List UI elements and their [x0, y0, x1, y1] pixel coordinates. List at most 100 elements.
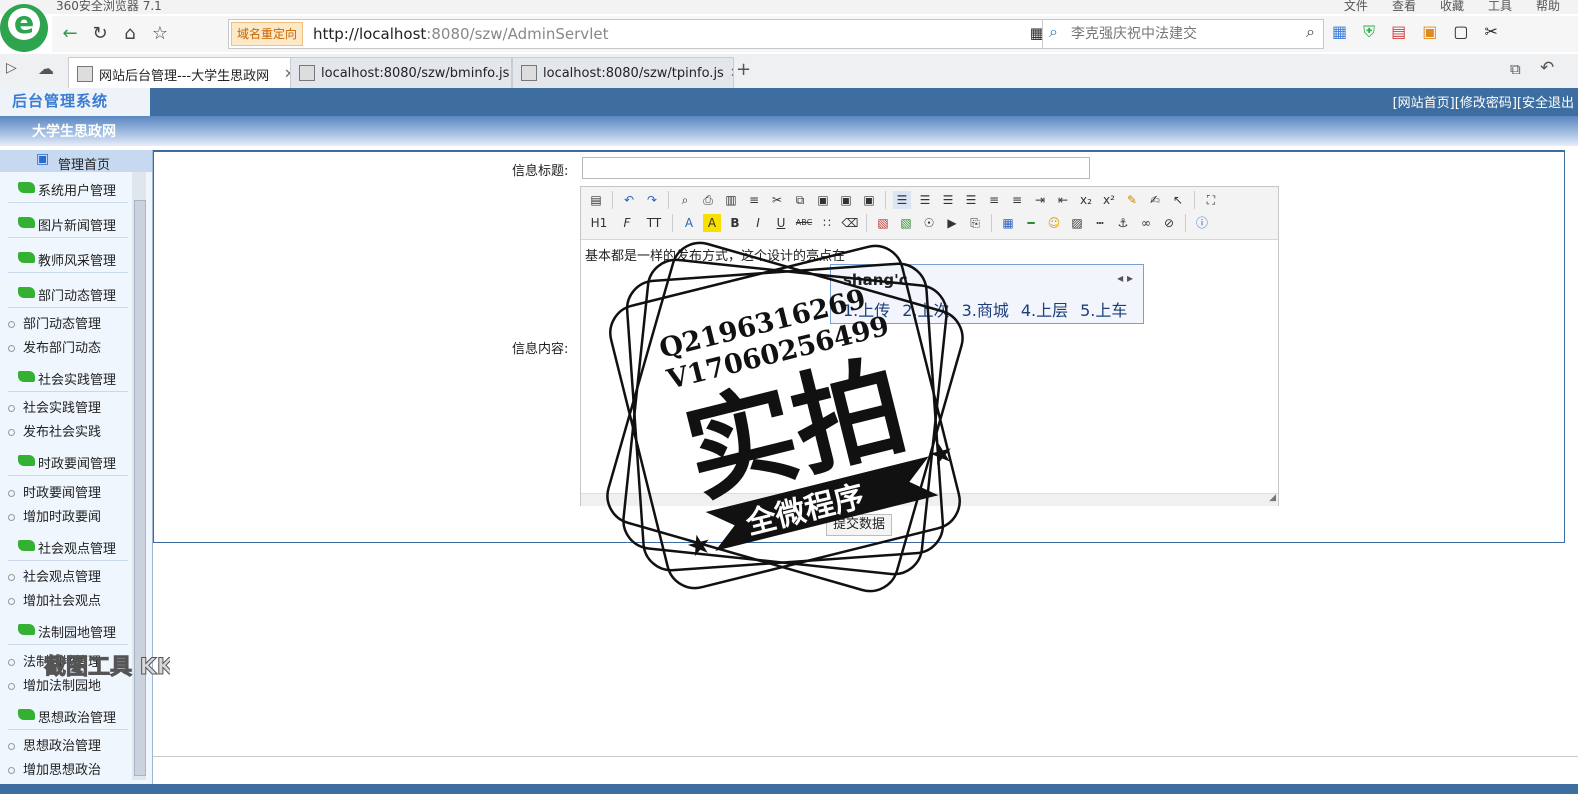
- scissors-icon[interactable]: ✂: [1485, 22, 1498, 42]
- unlink-icon[interactable]: ⊘: [1160, 214, 1178, 232]
- ime-candidate[interactable]: 4.上层: [1021, 297, 1068, 321]
- horizontal-rule-icon[interactable]: ━: [1022, 214, 1040, 232]
- sidebar-item-dept-news-add[interactable]: 发布部门动态: [8, 337, 101, 356]
- heading-button[interactable]: H1: [587, 214, 611, 232]
- cut-icon[interactable]: ✂: [768, 191, 786, 209]
- refresh-icon[interactable]: ↻: [88, 22, 112, 46]
- address-bar[interactable]: 域名重定向 http://localhost:8080/szw/AdminSer…: [228, 19, 1090, 49]
- unordered-list-icon[interactable]: ≡: [1008, 191, 1026, 209]
- print-icon[interactable]: ⎙: [699, 191, 717, 209]
- align-center-icon[interactable]: ☰: [916, 191, 934, 209]
- undo-close-icon[interactable]: ↶: [1540, 58, 1554, 78]
- url-text[interactable]: http://localhost:8080/szw/AdminServlet: [313, 20, 608, 48]
- sidebar-section-opinion[interactable]: 社会观点管理: [8, 534, 128, 561]
- search-go-icon[interactable]: ⌕: [1306, 22, 1315, 42]
- screenshot-icon[interactable]: ▢: [1453, 22, 1468, 42]
- copy-icon[interactable]: ⧉: [791, 191, 809, 209]
- new-tab-button[interactable]: +: [736, 59, 751, 80]
- font-size-button[interactable]: TT: [643, 214, 665, 232]
- line-height-icon[interactable]: ∷: [818, 214, 836, 232]
- home-icon[interactable]: ⌂: [118, 22, 142, 46]
- anchor-icon[interactable]: ⚓: [1114, 214, 1132, 232]
- eraser-icon[interactable]: ⌫: [841, 214, 859, 232]
- sidebar-item-ideology-add[interactable]: 增加思想政治: [8, 759, 101, 778]
- flash-icon[interactable]: ☉: [920, 214, 938, 232]
- redo-icon[interactable]: ↷: [643, 191, 661, 209]
- multi-image-icon[interactable]: ▧: [897, 214, 915, 232]
- ordered-list-icon[interactable]: ≡: [985, 191, 1003, 209]
- subscript-icon[interactable]: x₂: [1077, 191, 1095, 209]
- sidebar-item-practice-add[interactable]: 发布社会实践: [8, 421, 101, 440]
- menu-favorites[interactable]: 收藏: [1440, 0, 1464, 14]
- help-icon[interactable]: ⓘ: [1193, 214, 1211, 232]
- template-icon[interactable]: ▥: [722, 191, 740, 209]
- pdf-icon[interactable]: ▤: [1391, 22, 1406, 42]
- underline-button[interactable]: U: [772, 214, 790, 232]
- menu-view[interactable]: 查看: [1392, 0, 1416, 14]
- bookmark-star-icon[interactable]: ☆: [148, 22, 172, 46]
- sidebar-toggle-icon[interactable]: ▷: [6, 60, 17, 76]
- undo-icon[interactable]: ↶: [620, 191, 638, 209]
- sidebar-item-opinion-add[interactable]: 增加社会观点: [8, 590, 101, 609]
- image-icon[interactable]: ▧: [874, 214, 892, 232]
- font-color-button[interactable]: A: [680, 214, 698, 232]
- strikethrough-button[interactable]: ABC: [795, 214, 813, 232]
- media-icon[interactable]: ▶: [943, 214, 961, 232]
- table-icon[interactable]: ▦: [999, 214, 1017, 232]
- clear-format-icon[interactable]: ✎: [1123, 191, 1141, 209]
- ime-candidate[interactable]: 5.上车: [1080, 297, 1127, 321]
- gift-icon[interactable]: ▣: [1422, 22, 1437, 42]
- sidebar-section-users[interactable]: 系统用户管理: [8, 176, 128, 203]
- outdent-icon[interactable]: ⇤: [1054, 191, 1072, 209]
- tab-tpinfo[interactable]: localhost:8080/szw/tpinfo.js ✕: [512, 57, 734, 88]
- fullscreen-icon[interactable]: ⛶: [1202, 191, 1220, 209]
- align-right-icon[interactable]: ☰: [939, 191, 957, 209]
- tab-admin[interactable]: 网站后台管理---大学生思政网 ✕: [68, 57, 304, 90]
- tab-bminfo[interactable]: localhost:8080/szw/bminfo.js ✕: [290, 57, 512, 88]
- code-icon[interactable]: ≡: [745, 191, 763, 209]
- pagebreak-icon[interactable]: ┅: [1091, 214, 1109, 232]
- superscript-icon[interactable]: x²: [1100, 191, 1118, 209]
- sidebar-section-law[interactable]: 法制园地管理: [8, 618, 128, 645]
- highlight-button[interactable]: A: [703, 214, 721, 232]
- restore-tabs-icon[interactable]: ⧉: [1510, 60, 1521, 78]
- sidebar-item-dept-news-manage[interactable]: 部门动态管理: [8, 313, 101, 332]
- sidebar-home-label[interactable]: 管理首页: [58, 154, 110, 173]
- sidebar-section-politics[interactable]: 时政要闻管理: [8, 449, 128, 476]
- indent-icon[interactable]: ⇥: [1031, 191, 1049, 209]
- link-change-password[interactable]: [修改密码]: [1455, 92, 1517, 111]
- sidebar-item-politics-manage[interactable]: 时政要闻管理: [8, 482, 101, 501]
- map-icon[interactable]: ▨: [1068, 214, 1086, 232]
- ime-page-arrows-icon[interactable]: ◂ ▸: [1117, 271, 1133, 285]
- menu-file[interactable]: 文件: [1344, 0, 1368, 14]
- link-icon[interactable]: ∞: [1137, 214, 1155, 232]
- paste-word-icon[interactable]: ▣: [860, 191, 878, 209]
- preview-icon[interactable]: ⌕: [676, 191, 694, 209]
- paste-text-icon[interactable]: ▣: [837, 191, 855, 209]
- sidebar-item-ideology-manage[interactable]: 思想政治管理: [8, 735, 101, 754]
- select-all-icon[interactable]: ✍: [1146, 191, 1164, 209]
- menu-help[interactable]: 帮助: [1536, 0, 1560, 14]
- paste-icon[interactable]: ▣: [814, 191, 832, 209]
- redirect-badge[interactable]: 域名重定向: [231, 22, 304, 46]
- bold-button[interactable]: B: [726, 214, 744, 232]
- sidebar-section-practice[interactable]: 社会实践管理: [8, 365, 128, 392]
- sidebar-item-politics-add[interactable]: 增加时政要闻: [8, 506, 101, 525]
- title-input[interactable]: [582, 157, 1090, 179]
- back-icon[interactable]: ←: [58, 22, 82, 46]
- sidebar-section-teachers[interactable]: 教师风采管理: [8, 246, 128, 273]
- sidebar-item-practice-manage[interactable]: 社会实践管理: [8, 397, 101, 416]
- apps-icon[interactable]: ▦: [1332, 22, 1347, 42]
- sidebar-section-dept-news[interactable]: 部门动态管理: [8, 281, 128, 308]
- link-site-home[interactable]: [网站首页]: [1393, 92, 1455, 111]
- close-icon[interactable]: ✕: [724, 66, 733, 81]
- emoticon-icon[interactable]: ☺: [1045, 214, 1063, 232]
- shield-icon[interactable]: ⛨: [1363, 22, 1375, 42]
- resize-handle-icon[interactable]: ◢: [1269, 493, 1276, 503]
- font-family-button[interactable]: F: [616, 214, 638, 232]
- italic-button[interactable]: I: [749, 214, 767, 232]
- align-left-icon[interactable]: ☰: [893, 191, 911, 209]
- sidebar-section-photo-news[interactable]: 图片新闻管理: [8, 211, 128, 238]
- attachment-icon[interactable]: ⎘: [966, 214, 984, 232]
- justify-icon[interactable]: ☰: [962, 191, 980, 209]
